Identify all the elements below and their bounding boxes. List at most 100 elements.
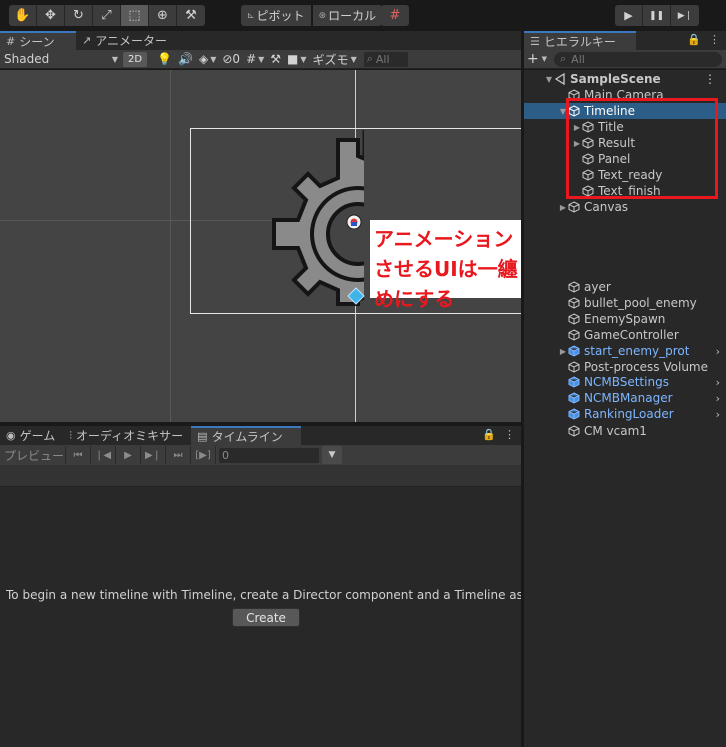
gizmos-dropdown[interactable]: ギズモ ▼ [310,51,360,68]
next-frame-icon[interactable]: ▶❘ [141,446,166,464]
hierarchy-tabbar: ☰ ヒエラルキー 🔒 ⋮ [524,31,726,50]
chevron-right-icon[interactable]: › [716,408,720,421]
frame-field[interactable]: 0 [219,447,319,463]
scene-tabbar: # シーン ↗ アニメーター [0,31,521,50]
first-frame-icon[interactable]: ⏮ [66,446,91,464]
chevron-right-icon[interactable]: › [716,376,720,389]
tab-hierarchy-label: ヒエラルキー [543,35,616,49]
expand-arrow-icon[interactable]: ▶ [558,203,568,212]
hierarchy-search-placeholder: All [571,52,585,66]
rotate-tool-icon[interactable]: ↻ [65,5,93,26]
timeline-empty-message: To begin a new timeline with Timeline, c… [6,588,526,602]
shading-mode-dropdown[interactable]: Shaded ▼ [0,51,122,68]
tools-icon[interactable]: ⚒ [267,51,284,68]
play-range-icon[interactable]: [▶] [191,446,216,464]
hierarchy-item[interactable]: ayer [524,279,726,295]
animator-icon: ↗ [82,34,92,47]
hierarchy-list-icon: ☰ [530,35,540,48]
more-menu-icon[interactable]: ⋮ [709,33,720,46]
gear-icon [272,130,378,306]
audio-icon[interactable]: 🔊 [175,51,196,68]
effects-icon[interactable]: ◈ ▼ [196,51,219,68]
hierarchy-item[interactable]: NCMBManager › [524,390,726,406]
prefab-cube-icon [568,408,580,420]
timeline-options-dropdown[interactable]: ▼ [322,446,342,464]
timeline-track-header [0,465,521,487]
hierarchy-item-label: GameController [584,328,679,342]
scale-tool-icon[interactable]: ⤢ [93,5,121,26]
custom-tool-icon[interactable]: ⚒ [177,5,205,26]
hierarchy-search-input[interactable]: ⌕ All [554,51,722,67]
tab-animator-label: アニメーター [95,34,167,48]
gameobject-cube-icon [568,361,580,373]
grid-snap-icon[interactable]: # [381,5,409,26]
hierarchy-item[interactable]: Post-process Volume [524,359,726,375]
hierarchy-item[interactable]: ▼ SampleScene ⋮ [524,71,726,87]
gizmos-label: ギズモ [312,52,349,67]
timeline-toolbar: プレビュー ⏮ ❘◀ ▶ ▶❘ ⏭ [▶] 0 ▼ [0,445,521,465]
prev-frame-icon[interactable]: ❘◀ [91,446,116,464]
tab-timeline-label: タイムライン [211,430,283,444]
playback-controls: ▶ ❚❚ ▶❘ [615,5,699,26]
play-button[interactable]: ▶ [615,5,643,26]
hierarchy-item[interactable]: NCMBSettings › [524,374,726,390]
scene-toolbar: Shaded ▼ 2D 💡 🔊 ◈ ▼ ⊘ 0 # ▼ ⚒ ■ ▼ ギズモ ▼ ⌕ A… [0,50,521,69]
play-icon[interactable]: ▶ [116,446,141,464]
scene-search-input[interactable]: ⌕ All [363,51,408,67]
local-label: ローカル [328,9,377,23]
pivot-toggle[interactable]: ⊾ ピボット [241,5,311,26]
tab-audio-mixer[interactable]: ⫶ オーディオミキサー [63,426,191,445]
gameobject-cube-icon [568,281,580,293]
hidden-objects-toggle[interactable]: ⊘ 0 [219,51,243,68]
chevron-right-icon[interactable]: › [716,345,720,358]
hierarchy-item-label: ayer [584,280,611,294]
hierarchy-item[interactable]: bullet_pool_enemy [524,295,726,311]
hidden-count: 0 [232,52,241,66]
gameobject-cube-icon [568,313,580,325]
create-button[interactable]: Create [232,608,300,627]
chevron-right-icon[interactable]: › [716,392,720,405]
pause-button[interactable]: ❚❚ [643,5,671,26]
lock-icon[interactable]: 🔒 [482,428,496,441]
hierarchy-item[interactable]: ▶ start_enemy_prot › [524,343,726,359]
hand-tool-icon[interactable]: ✋ [9,5,37,26]
expand-arrow-icon[interactable]: ▼ [544,75,554,84]
hierarchy-item[interactable]: GameController [524,327,726,343]
grid-icon[interactable]: # ▼ [243,51,267,68]
local-toggle[interactable]: ⊛ ローカル [312,5,383,26]
hierarchy-item-label: start_enemy_prot [584,344,690,358]
hierarchy-item[interactable]: ▶ Canvas [524,199,726,215]
lock-icon[interactable]: 🔒 [687,33,701,46]
tab-timeline[interactable]: ▤ タイムライン [191,426,302,445]
hierarchy-item-label: Post-process Volume [584,360,708,374]
last-frame-icon[interactable]: ⏭ [166,446,191,464]
hierarchy-item[interactable]: RankingLoader › [524,406,726,422]
camera-icon[interactable]: ■ ▼ [284,51,310,68]
lighting-icon[interactable]: 💡 [154,51,175,68]
more-menu-icon[interactable]: ⋮ [704,72,716,86]
more-menu-icon[interactable]: ⋮ [504,428,515,441]
tab-animator[interactable]: ↗ アニメーター [76,31,175,50]
step-button[interactable]: ▶❘ [671,5,699,26]
hierarchy-item-label: NCMBSettings [584,375,669,389]
move-tool-icon[interactable]: ✥ [37,5,65,26]
search-icon: ⌕ [560,52,567,65]
tab-hierarchy[interactable]: ☰ ヒエラルキー [524,31,636,50]
transform-tool-icon[interactable]: ⊕ [149,5,177,26]
add-object-button[interactable]: + ▼ [524,51,550,67]
hierarchy-item-label: Canvas [584,200,629,214]
rect-tool-icon[interactable]: ⬚ [121,5,149,26]
gamepad-icon: ◉ [6,429,16,442]
transform-tools: ✋ ✥ ↻ ⤢ ⬚ ⊕ ⚒ [9,5,205,26]
grid-snap-group: # [381,5,409,26]
mode-2d-toggle[interactable]: 2D [123,51,148,67]
hierarchy-item[interactable]: EnemySpawn [524,311,726,327]
chevron-down-icon: ▼ [541,55,548,63]
hierarchy-item[interactable]: CM vcam1 [524,423,726,439]
pivot-icon: ⊾ [247,10,255,21]
expand-arrow-icon[interactable]: ▶ [558,347,568,356]
tab-game[interactable]: ◉ ゲーム [0,426,63,445]
preview-toggle[interactable]: プレビュー [0,446,66,464]
tab-scene[interactable]: # シーン [0,31,76,50]
scene-viewport[interactable]: アニメーションさせるUIは一纏めにする [0,70,521,422]
